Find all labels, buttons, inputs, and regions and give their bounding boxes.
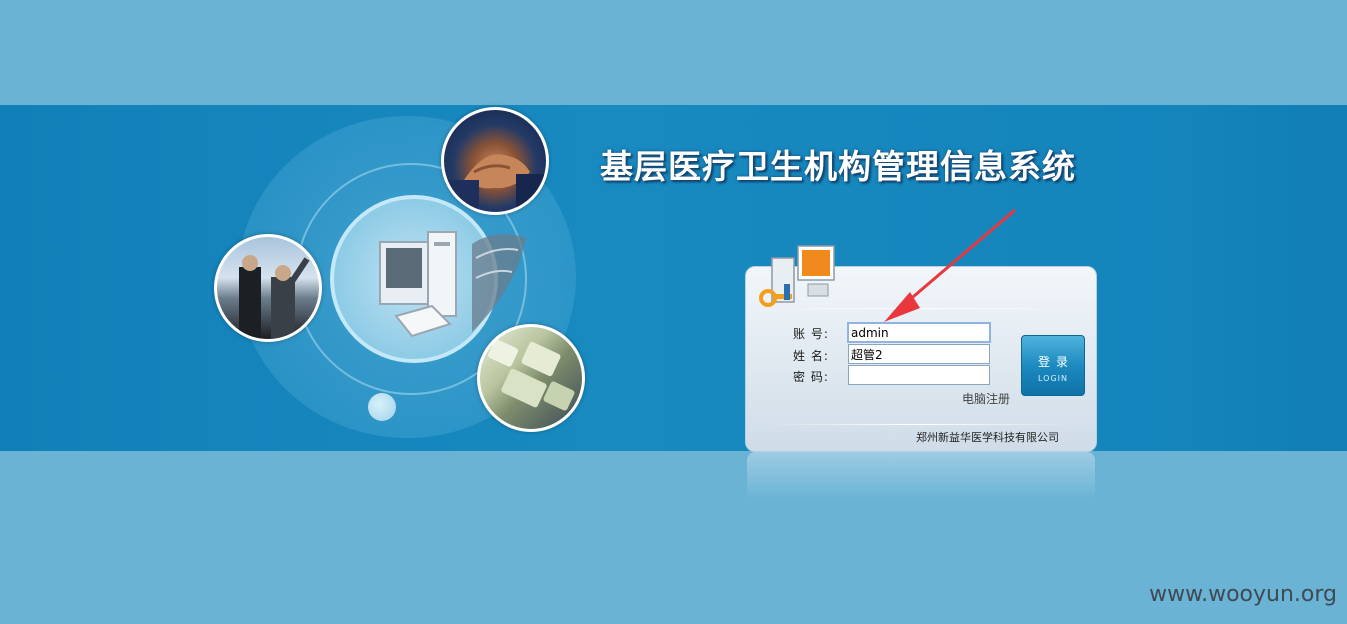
band-shade bbox=[1160, 105, 1347, 451]
login-button[interactable]: 登录 LOGIN bbox=[1021, 335, 1085, 396]
key-computer-icon bbox=[759, 245, 835, 307]
decorative-dot bbox=[368, 393, 396, 421]
login-button-label: 登录 bbox=[1037, 355, 1074, 369]
red-arrow bbox=[884, 208, 1016, 322]
password-input[interactable] bbox=[848, 365, 990, 385]
register-link[interactable]: 电脑注册 bbox=[962, 390, 1010, 407]
account-label: 账 号: bbox=[793, 327, 829, 341]
name-input[interactable] bbox=[848, 344, 990, 364]
handshake-photo bbox=[441, 107, 549, 215]
panel-reflection bbox=[747, 452, 1095, 500]
password-label: 密 码: bbox=[793, 370, 829, 384]
watermark: www.wooyun.org bbox=[1149, 582, 1337, 607]
name-label: 姓 名: bbox=[793, 349, 829, 363]
login-button-sublabel: LOGIN bbox=[1037, 374, 1068, 383]
keyboard-photo bbox=[477, 324, 585, 432]
panel-divider-bottom bbox=[760, 424, 1080, 425]
computer-icon bbox=[379, 231, 526, 338]
businessmen-photo bbox=[214, 234, 322, 342]
company-name: 郑州新益华医学科技有限公司 bbox=[916, 431, 1059, 444]
page-title: 基层医疗卫生机构管理信息系统 bbox=[600, 147, 1076, 186]
